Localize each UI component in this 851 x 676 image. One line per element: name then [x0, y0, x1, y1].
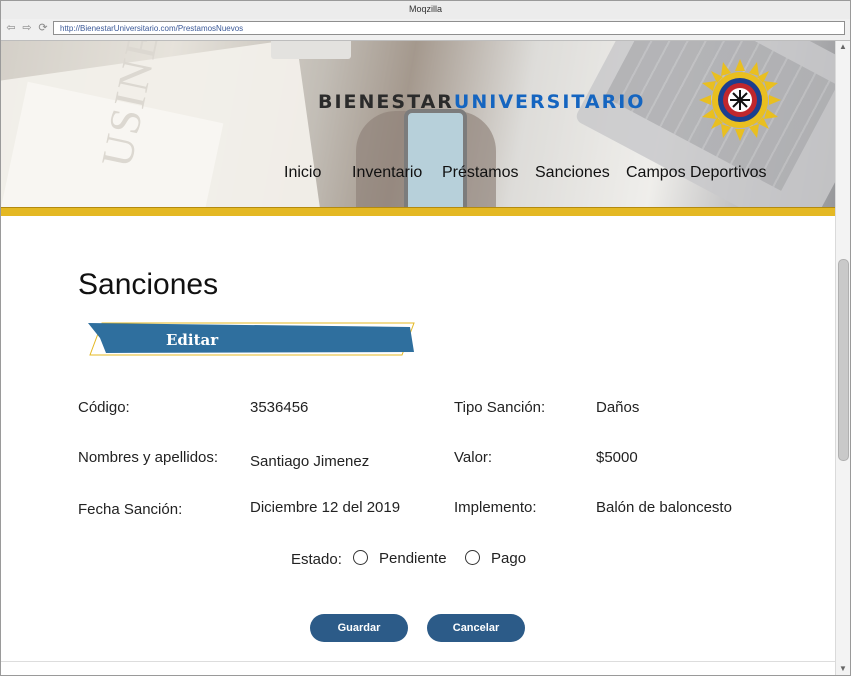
title-bar: Moqzilla: [1, 1, 850, 20]
tipo-label: Tipo Sanción:: [454, 399, 546, 416]
page-title: Sanciones: [78, 268, 219, 301]
browser-window: Moqzilla ⇦ ⇨ ⟳ http://BienestarUniversit…: [0, 0, 851, 676]
menu-item-inicio[interactable]: Inicio: [284, 164, 321, 182]
header-divider: [1, 207, 837, 216]
tipo-value: Daños: [596, 399, 640, 416]
vertical-scrollbar[interactable]: ▲ ▼: [835, 41, 850, 675]
scroll-up-icon[interactable]: ▲: [836, 41, 850, 53]
radio-pendiente-label[interactable]: Pendiente: [379, 550, 447, 567]
implemento-label: Implemento:: [454, 499, 537, 516]
save-button[interactable]: Guardar: [310, 614, 408, 642]
brand-part1: BIENESTAR: [318, 91, 454, 113]
brand-logotype: BIENESTARUNIVERSITARIO: [318, 91, 645, 113]
nombres-value: Santiago Jimenez: [250, 453, 370, 470]
radio-pago[interactable]: [465, 550, 480, 565]
cancel-button[interactable]: Cancelar: [427, 614, 525, 642]
menu-item-prestamos[interactable]: Préstamos: [442, 164, 518, 182]
url-input[interactable]: http://BienestarUniversitario.com/Presta…: [53, 21, 845, 35]
valor-label: Valor:: [454, 449, 493, 466]
radio-pago-label[interactable]: Pago: [491, 550, 526, 567]
implemento-value: Balón de baloncesto: [596, 499, 732, 516]
codigo-value: 3536456: [250, 399, 309, 416]
menu-item-sanciones[interactable]: Sanciones: [535, 164, 610, 182]
nombres-label: Nombres y apellidos:: [78, 449, 219, 466]
reload-icon[interactable]: ⟳: [37, 22, 49, 34]
forward-icon[interactable]: ⇨: [21, 22, 33, 34]
menu-item-inventario[interactable]: Inventario: [352, 164, 422, 182]
university-seal-logo: [699, 59, 781, 141]
window-title: Moqzilla: [408, 4, 442, 14]
estado-label: Estado:: [291, 551, 342, 568]
section-label: Editar: [166, 331, 219, 349]
scroll-thumb[interactable]: [838, 259, 849, 461]
section-ribbon: [88, 322, 415, 356]
navigation-bar: ⇦ ⇨ ⟳ http://BienestarUniversitario.com/…: [1, 19, 850, 41]
page-bottom-divider: [1, 661, 837, 662]
menu-item-campos-deportivos[interactable]: Campos Deportivos: [626, 164, 767, 182]
fecha-label: Fecha Sanción:: [78, 501, 183, 518]
scroll-down-icon[interactable]: ▼: [836, 663, 850, 675]
brand-part2: UNIVERSITARIO: [453, 91, 646, 113]
valor-value: $5000: [596, 449, 638, 466]
radio-pendiente[interactable]: [353, 550, 368, 565]
fecha-value: Diciembre 12 del 2019: [250, 499, 401, 516]
back-icon[interactable]: ⇦: [5, 22, 17, 34]
codigo-label: Código:: [78, 399, 130, 416]
